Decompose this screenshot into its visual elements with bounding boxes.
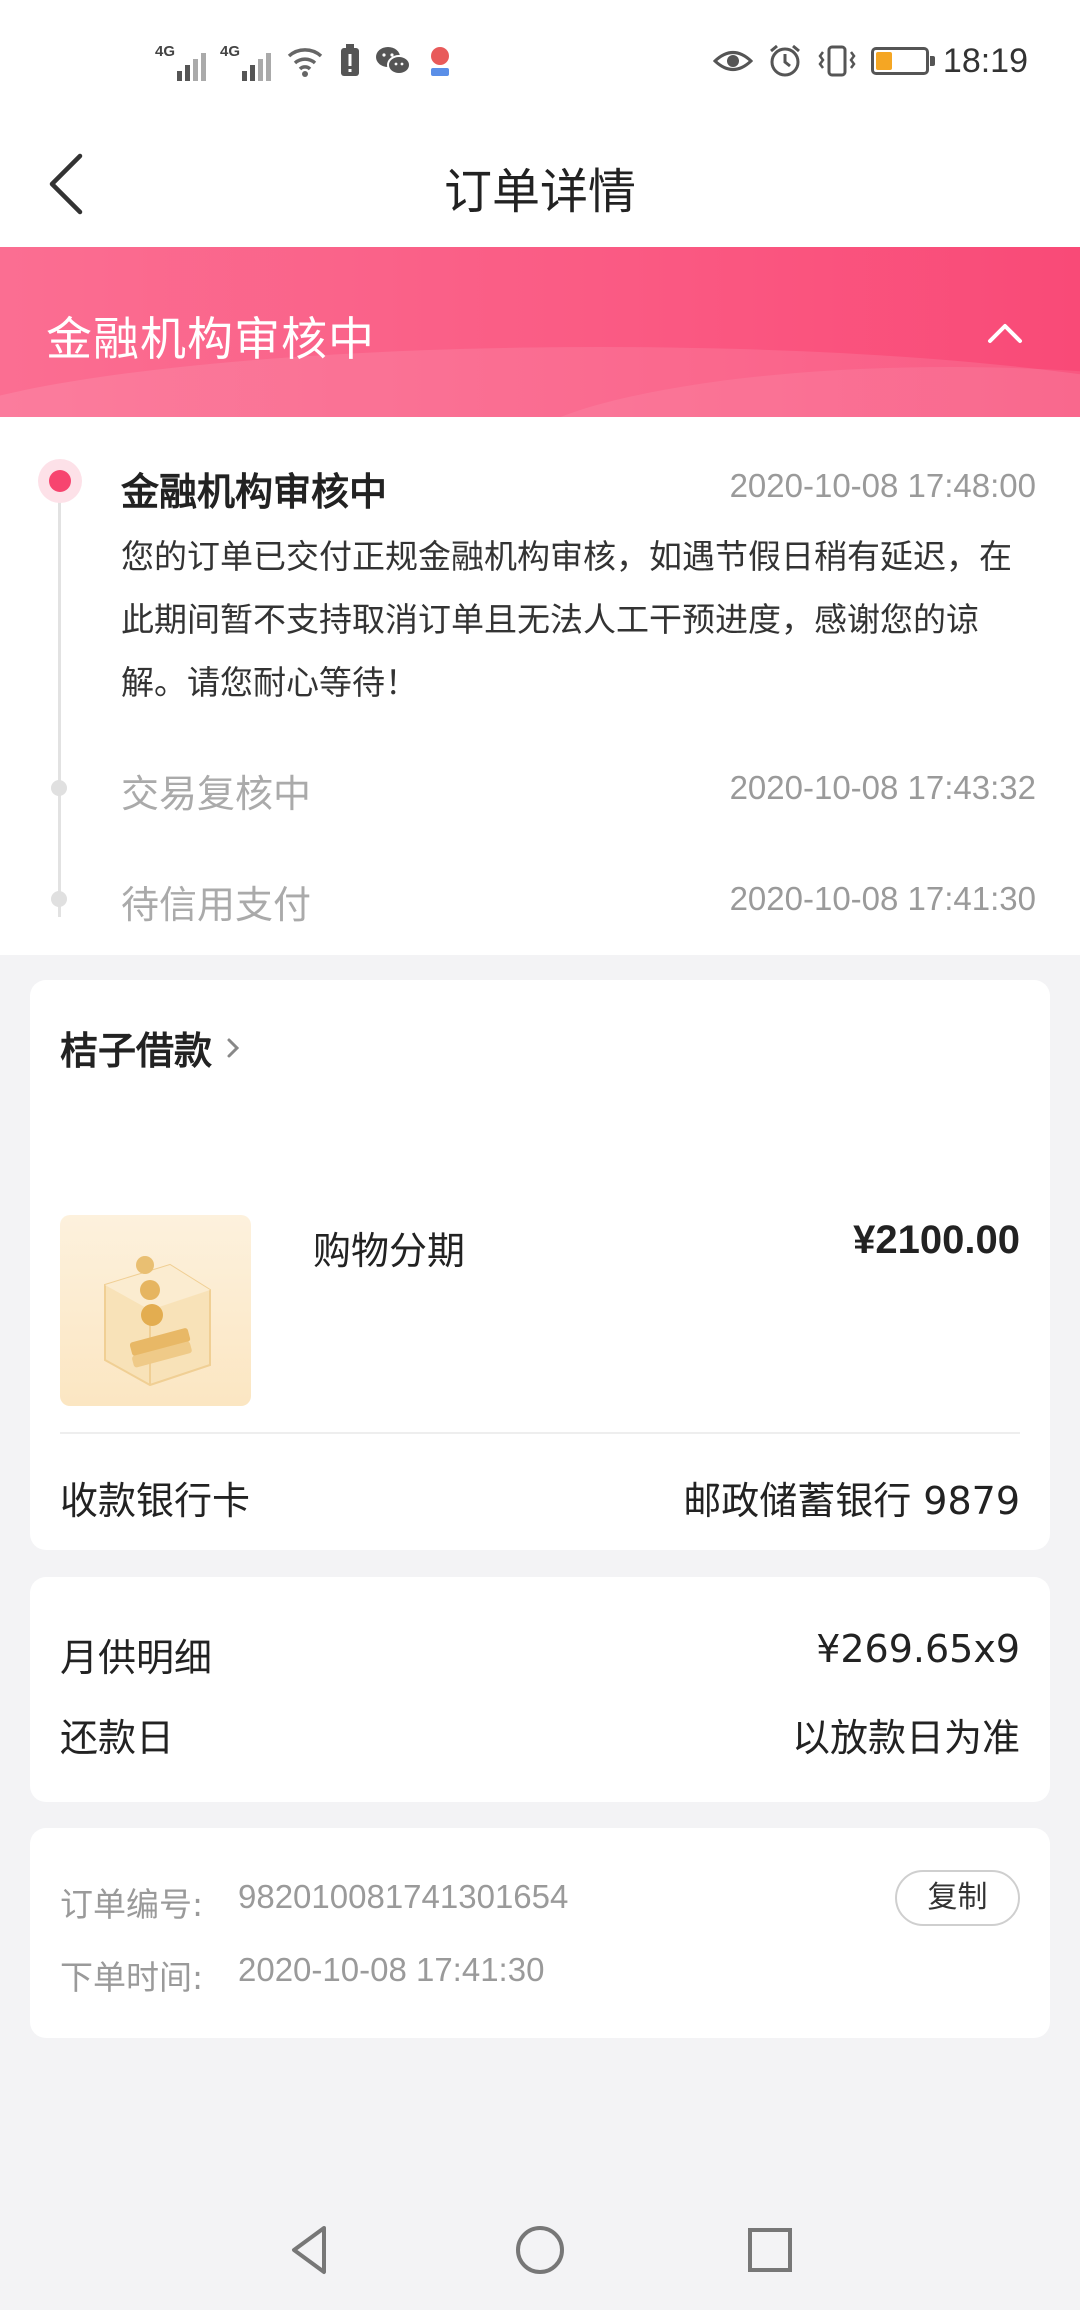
network-type-label: 4G [155,43,176,60]
wifi-icon [287,48,323,77]
timeline-line [58,487,61,917]
system-nav-bar [0,2190,1080,2310]
timeline-item-title: 待信用支付 [121,883,312,927]
nav-back-icon[interactable] [280,2220,340,2280]
product-name: 购物分期 [313,1229,466,1273]
copy-order-number-button[interactable]: 复制 [895,1870,1020,1926]
repayment-card: 月供明细 ¥269.65x9 还款日 以放款日为准 [30,1577,1050,1802]
nav-recents-icon[interactable] [740,2220,800,2280]
due-date-label: 还款日 [60,1716,175,1760]
vibrate-icon [818,45,856,77]
cellular-signal-icon: 4G [220,41,271,81]
timeline-active-dot [38,459,82,503]
chevron-right-icon [227,1038,240,1057]
order-info-card: 订单编号: 982010081741301654 复制 下单时间: 2020-1… [30,1828,1050,2038]
timeline-dot [51,891,67,907]
timeline-item-time: 2020-10-08 17:43:32 [729,769,1036,806]
chevron-up-icon [988,324,1022,343]
order-number-value: 982010081741301654 [238,1878,569,1915]
monthly-payment-label: 月供明细 [60,1636,213,1680]
product-image [60,1215,251,1406]
battery-icon [870,47,935,75]
status-banner: 金融机构审核中 [0,247,1080,417]
order-timeline: 金融机构审核中 2020-10-08 17:48:00 您的订单已交付正规金融机… [0,417,1080,955]
nav-bar: 订单详情 [0,120,1080,247]
monthly-payment-value: ¥269.65x9 [816,1627,1020,1671]
product-price: ¥2100.00 [853,1218,1020,1262]
cellular-signal-icon: 4G [155,41,206,81]
timeline-dot [51,780,67,796]
eye-comfort-icon [712,51,753,71]
nav-home-icon[interactable] [510,2220,570,2280]
merchant-link[interactable]: 桔子借款 [60,1020,244,1075]
product-card: 桔子借款 购物分期 ¥2100.00 收款银行卡 邮政储蓄银行 9879 [30,980,1050,1550]
merchant-name: 桔子借款 [60,1029,213,1073]
coin-box-illustration [104,1256,211,1387]
wechat-icon [376,47,411,75]
timeline-current-time: 2020-10-08 17:48:00 [729,467,1036,504]
order-time-value: 2020-10-08 17:41:30 [238,1951,545,1988]
order-status-title: 金融机构审核中 [46,312,375,366]
bank-card-label: 收款银行卡 [60,1479,251,1523]
timeline-item-time: 2020-10-08 17:41:30 [729,880,1036,917]
collapse-timeline-button[interactable] [970,297,1040,367]
timeline-current-title: 金融机构审核中 [121,470,388,514]
status-bar: 4G 4G 18:19 [0,0,1080,120]
bank-card-value: 邮政储蓄银行 9879 [683,1479,1020,1523]
alarm-icon [769,44,800,77]
location-app-icon [431,47,449,76]
due-date-value: 以放款日为准 [791,1716,1020,1760]
status-bar-left: 4G 4G [155,36,455,86]
order-number-label: 订单编号: [60,1885,204,1924]
page-title: 订单详情 [443,164,636,220]
network-type-label: 4G [220,43,241,60]
battery-alert-icon [341,44,359,76]
timeline-item-title: 交易复核中 [121,772,312,816]
order-time-label: 下单时间: [60,1958,204,1997]
status-bar-right: 18:19 [712,36,1028,86]
divider [60,1432,1020,1434]
clock: 18:19 [942,41,1028,80]
timeline-current-description: 您的订单已交付正规金融机构审核，如遇节假日稍有延迟，在此期间暂不支持取消订单且无… [121,537,1012,702]
